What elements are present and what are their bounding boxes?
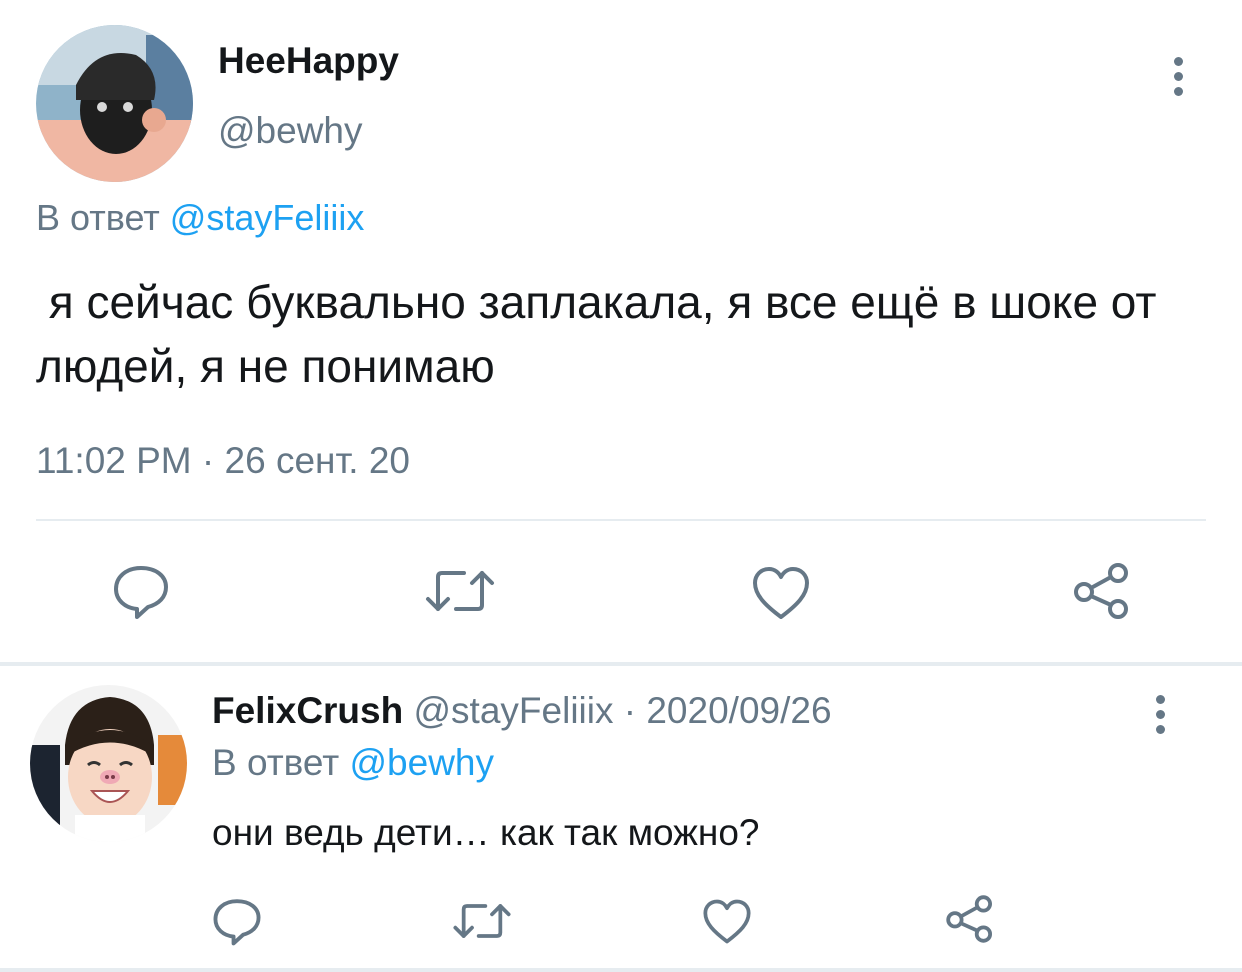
reply-text: они ведь дети… как так можно? (212, 812, 760, 853)
avatar[interactable] (36, 25, 193, 182)
reply-handle-date[interactable]: @stayFeliiix · 2020/09/26 (414, 690, 832, 731)
reply-avatar[interactable] (30, 685, 187, 842)
section-divider (0, 662, 1242, 666)
reply-to-link[interactable]: @bewhy (350, 742, 495, 783)
bottom-divider (0, 968, 1242, 972)
share-icon[interactable] (1071, 560, 1133, 622)
reply-icon[interactable] (112, 562, 170, 620)
share-icon[interactable] (944, 893, 996, 945)
like-icon[interactable] (751, 565, 811, 621)
reply-display-name[interactable]: FelixCrush (212, 690, 403, 731)
divider (36, 519, 1206, 521)
reply-context: В ответ @bewhy (212, 740, 494, 786)
retweet-icon[interactable] (452, 899, 512, 943)
reply-header: FelixCrush @stayFeliiix · 2020/09/26 (212, 688, 832, 734)
reply-prefix: В ответ (36, 197, 160, 238)
more-icon[interactable] (1174, 57, 1184, 102)
like-icon[interactable] (702, 898, 752, 945)
display-name[interactable]: HeeHappy (218, 38, 399, 84)
reply-icon[interactable] (212, 896, 262, 946)
reply-more-icon[interactable] (1156, 695, 1166, 740)
tweet-text: я сейчас буквально заплакала, я все ещё … (36, 276, 1170, 392)
retweet-icon[interactable] (424, 565, 496, 617)
reply-context: В ответ @stayFeliiix (36, 195, 364, 241)
reply-to-link[interactable]: @stayFeliiix (170, 197, 365, 238)
timestamp[interactable]: 11:02 PM · 26 сент. 20 (36, 438, 410, 484)
user-handle[interactable]: @bewhy (218, 108, 363, 154)
reply-prefix: В ответ (212, 742, 340, 783)
